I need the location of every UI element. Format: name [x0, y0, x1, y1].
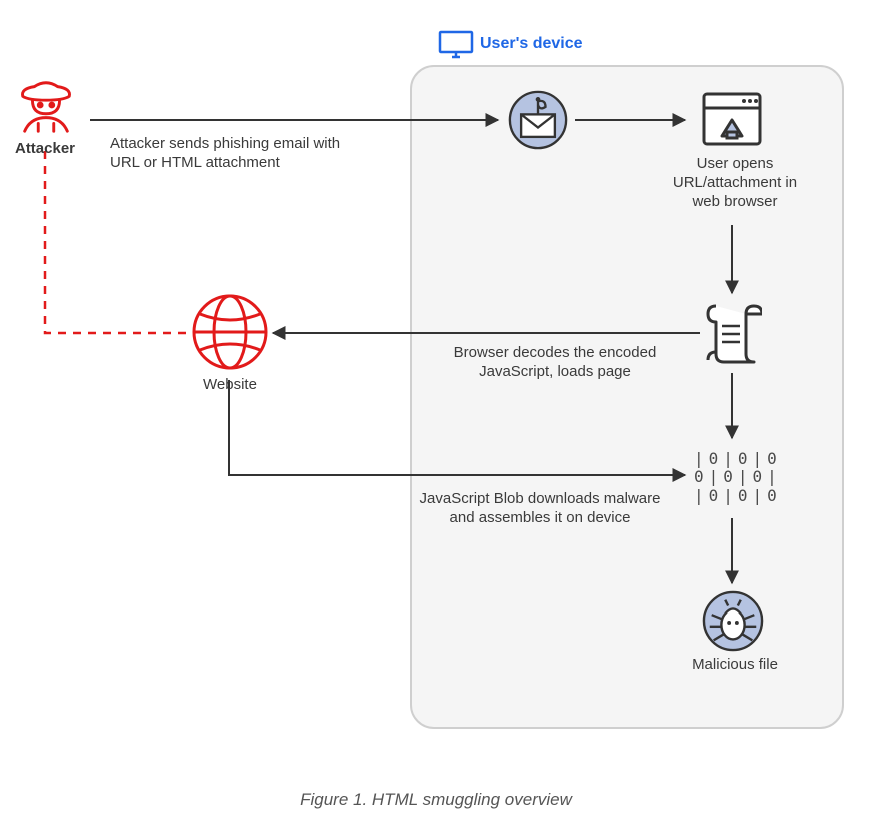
phishing-email-icon: [508, 90, 568, 150]
script-scroll-icon: [704, 300, 762, 366]
malicious-file-label: Malicious file: [680, 656, 790, 675]
monitor-icon: [438, 30, 474, 60]
attacker-label: Attacker: [0, 140, 90, 159]
binary-line-1: |0|0|0: [694, 450, 774, 468]
browser-label: User opens URL/attachment in web browser: [665, 155, 805, 211]
binary-line-3: |0|0|0: [694, 487, 774, 505]
edge-label-website-binary: JavaScript Blob downloads malware and as…: [415, 490, 665, 528]
globe-icon: [190, 292, 270, 372]
edge-label-attacker-email: Attacker sends phishing email with URL o…: [110, 135, 360, 173]
arrow-website-to-attacker-dashed: [45, 150, 186, 333]
browser-window-icon: [700, 90, 764, 150]
binary-line-2: 0|0|0|: [694, 468, 774, 486]
bug-icon: [702, 590, 764, 652]
binary-data-icon: |0|0|0 0|0|0| |0|0|0: [694, 450, 774, 505]
edge-label-script-website: Browser decodes the encoded JavaScript, …: [440, 344, 670, 382]
arrow-website-to-binary: [229, 380, 685, 475]
user-device-label: User's device: [480, 34, 640, 54]
website-label: Website: [190, 376, 270, 395]
attacker-icon: [15, 75, 77, 137]
diagram-canvas: User's device Attacker User opens URL/at…: [0, 0, 872, 831]
figure-caption: Figure 1. HTML smuggling overview: [0, 790, 872, 810]
